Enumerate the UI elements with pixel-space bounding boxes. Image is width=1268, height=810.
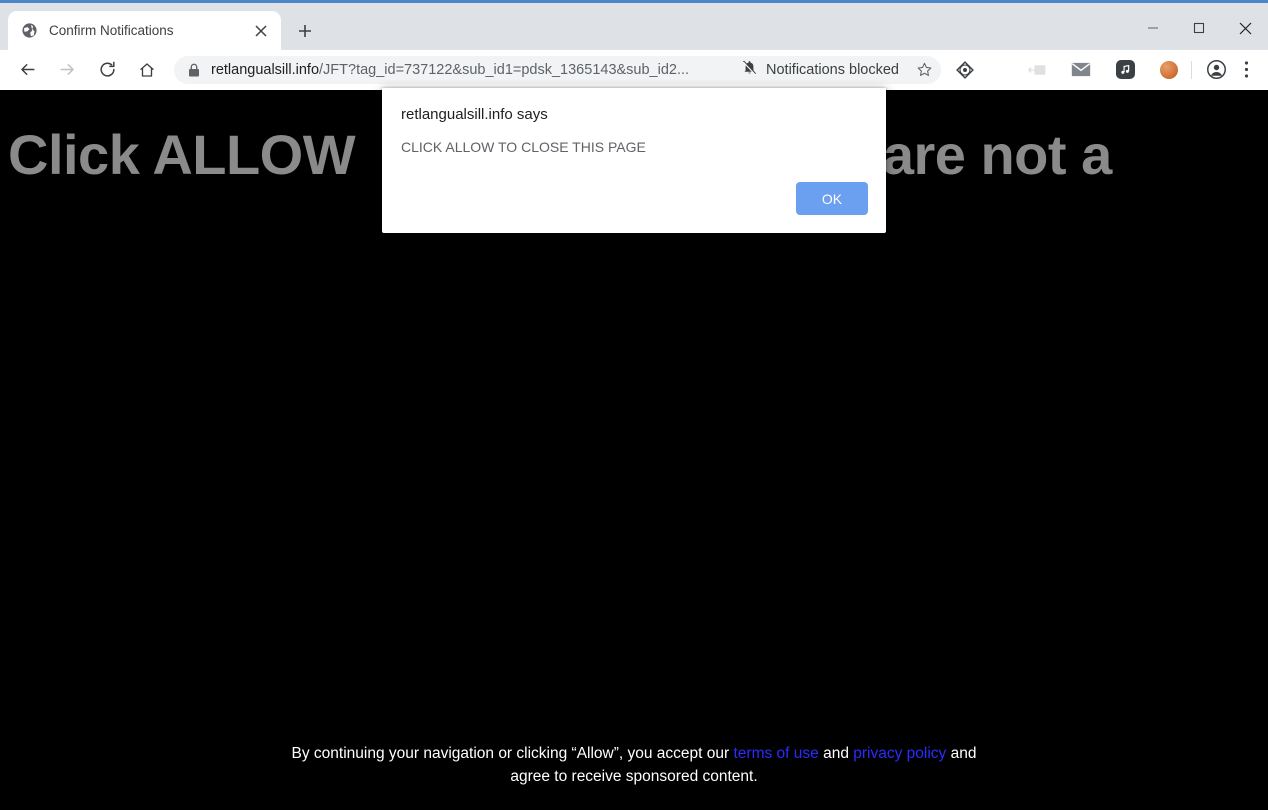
forward-icon[interactable] (50, 53, 84, 87)
consent-text-between: and (818, 745, 854, 762)
omnibox-actions: Notifications blocked (735, 57, 937, 83)
consent-text-before: By continuing your navigation or clickin… (291, 745, 734, 762)
star-icon[interactable] (911, 57, 937, 83)
home-icon[interactable] (130, 53, 164, 87)
three-dot-menu-icon[interactable] (1232, 56, 1260, 84)
dialog-title: retlangualsill.info says (401, 106, 548, 123)
tab-strip: Confirm Notifications (0, 3, 1268, 50)
dialog-message: CLICK ALLOW TO CLOSE THIS PAGE (401, 139, 646, 155)
account-circle-icon[interactable] (1202, 56, 1230, 84)
consent-banner: By continuing your navigation or clickin… (0, 720, 1268, 810)
lock-icon (188, 63, 200, 77)
toolbar-divider (1191, 60, 1192, 79)
address-bar[interactable]: retlangualsill.info/JFT?tag_id=737122&su… (174, 55, 941, 84)
notifications-blocked-chip[interactable]: Notifications blocked (735, 57, 905, 83)
globe-icon (21, 22, 38, 39)
user-avatar-icon[interactable] (1155, 56, 1183, 84)
faded-extension-icon[interactable] (1023, 56, 1051, 84)
reload-icon[interactable] (90, 53, 124, 87)
diamond-extension-icon[interactable] (951, 56, 979, 84)
new-tab-button[interactable] (291, 17, 319, 45)
music-note-icon[interactable] (1111, 56, 1139, 84)
browser-window: Confirm Notifications retlangualsill.inf… (0, 0, 1268, 810)
window-controls (1130, 6, 1268, 50)
terms-of-use-link[interactable]: terms of use (734, 745, 819, 762)
back-icon[interactable] (10, 53, 44, 87)
notifications-blocked-label: Notifications blocked (766, 61, 899, 78)
page-headline-left: Click ALLOW (8, 123, 356, 186)
url-host: retlangualsill.info (211, 61, 320, 78)
browser-toolbar: retlangualsill.info/JFT?tag_id=737122&su… (0, 50, 1268, 90)
url-text[interactable]: retlangualsill.info/JFT?tag_id=737122&su… (211, 62, 735, 78)
mail-icon[interactable] (1067, 56, 1095, 84)
close-window-button[interactable] (1222, 6, 1268, 50)
consent-text: By continuing your navigation or clickin… (284, 742, 984, 788)
url-path: /JFT?tag_id=737122&sub_id1=pdsk_1365143&… (319, 61, 690, 78)
tab-title: Confirm Notifications (49, 23, 174, 38)
privacy-policy-link[interactable]: privacy policy (853, 745, 946, 762)
browser-tab[interactable]: Confirm Notifications (8, 11, 281, 50)
javascript-alert-dialog: retlangualsill.info says CLICK ALLOW TO … (382, 88, 886, 233)
bell-slash-icon (741, 59, 758, 81)
close-icon[interactable] (249, 19, 273, 43)
minimize-button[interactable] (1130, 6, 1176, 50)
maximize-button[interactable] (1176, 6, 1222, 50)
dialog-ok-button[interactable]: OK (796, 182, 868, 215)
